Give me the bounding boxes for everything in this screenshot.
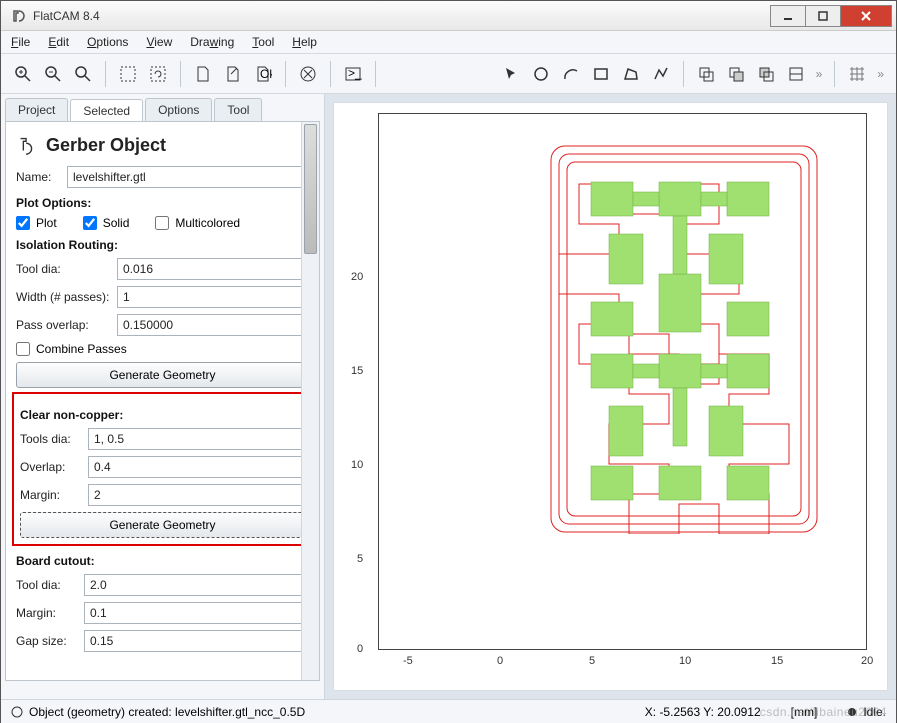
plot-canvas[interactable]: 0 5 10 15 20 -5 0 5 10 15 20 <box>333 102 888 691</box>
path-icon[interactable] <box>647 60 675 88</box>
circle-icon[interactable] <box>527 60 555 88</box>
bc-tool-dia-label: Tool dia: <box>16 578 78 592</box>
multicolored-checkbox[interactable] <box>155 216 169 230</box>
name-input[interactable] <box>67 166 309 188</box>
window-title: FlatCAM 8.4 <box>33 9 771 23</box>
overlap-input[interactable] <box>88 456 305 478</box>
bc-gap-input[interactable] <box>84 630 309 652</box>
left-panel: Project Selected Options Tool Gerber Obj… <box>1 94 325 699</box>
generate-geometry-button[interactable]: Generate Geometry <box>16 362 309 388</box>
titlebar: FlatCAM 8.4 <box>1 1 896 31</box>
tab-options[interactable]: Options <box>145 98 212 121</box>
menu-help[interactable]: Help <box>292 35 317 49</box>
pass-overlap-label: Pass overlap: <box>16 318 111 332</box>
menu-drawing[interactable]: Drawing <box>190 35 234 49</box>
minimize-button[interactable] <box>770 5 806 27</box>
combine-passes-checkbox[interactable] <box>16 342 30 356</box>
overlap-label: Overlap: <box>20 460 82 474</box>
edit-geometry-icon[interactable] <box>219 60 247 88</box>
tools-dia-input[interactable] <box>88 428 305 450</box>
svg-text:Ok: Ok <box>260 67 272 81</box>
save-geometry-icon[interactable]: Ok <box>249 60 277 88</box>
menu-tool[interactable]: Tool <box>252 35 274 49</box>
polygon-icon[interactable] <box>617 60 645 88</box>
tab-project[interactable]: Project <box>5 98 68 121</box>
union-icon[interactable] <box>692 60 720 88</box>
plot-options-header: Plot Options: <box>16 196 309 210</box>
watermark: csdn.net/libaineu2004 <box>760 705 887 719</box>
status-coords: X: -5.2563 Y: 20.0912 <box>645 705 761 719</box>
menu-options[interactable]: Options <box>87 35 128 49</box>
panel-heading: Gerber Object <box>46 135 166 156</box>
margin-input[interactable] <box>88 484 305 506</box>
zoom-in-icon[interactable] <box>9 60 37 88</box>
zoom-fit-icon[interactable] <box>69 60 97 88</box>
svg-text:>_: >_ <box>348 66 362 80</box>
new-geometry-icon[interactable] <box>189 60 217 88</box>
status-message: Object (geometry) created: levelshifter.… <box>29 705 305 719</box>
menu-file[interactable]: File <box>11 35 30 49</box>
generate-geometry-ncc-button[interactable]: Generate Geometry <box>20 512 305 538</box>
menu-edit[interactable]: Edit <box>48 35 69 49</box>
width-input[interactable] <box>117 286 309 308</box>
solid-checkbox[interactable] <box>83 216 97 230</box>
bc-margin-input[interactable] <box>84 602 309 624</box>
clear-plot-icon[interactable] <box>114 60 142 88</box>
cut-path-icon[interactable] <box>782 60 810 88</box>
panel-scrollbar[interactable] <box>301 122 319 680</box>
tools-dia-label: Tools dia: <box>20 432 82 446</box>
bc-gap-label: Gap size: <box>16 634 78 648</box>
pass-overlap-input[interactable] <box>117 314 309 336</box>
clear-non-copper-section: Clear non-copper: Tools dia: Overlap: Ma… <box>12 392 313 546</box>
select-icon[interactable] <box>497 60 525 88</box>
app-icon <box>11 8 27 24</box>
replot-icon[interactable] <box>144 60 172 88</box>
maximize-button[interactable] <box>805 5 841 27</box>
toolbar-more-icon[interactable]: » <box>816 67 823 81</box>
tab-tool[interactable]: Tool <box>214 98 262 121</box>
pcb-plot <box>549 144 819 534</box>
name-label: Name: <box>16 170 61 184</box>
toolbar-more2-icon[interactable]: » <box>877 67 884 81</box>
bc-margin-label: Margin: <box>16 606 78 620</box>
toolbar: Ok >_ » » <box>1 54 896 94</box>
gerber-icon <box>16 134 38 156</box>
menubar: File Edit Options View Drawing Tool Help <box>1 31 896 54</box>
tool-dia-label: Tool dia: <box>16 262 111 276</box>
plot-checkbox[interactable] <box>16 216 30 230</box>
isolation-header: Isolation Routing: <box>16 238 309 252</box>
shell-icon[interactable]: >_ <box>339 60 367 88</box>
clear-header: Clear non-copper: <box>20 408 305 422</box>
margin-label: Margin: <box>20 488 82 502</box>
bc-tool-dia-input[interactable] <box>84 574 309 596</box>
delete-icon[interactable] <box>294 60 322 88</box>
board-cutout-header: Board cutout: <box>16 554 309 568</box>
zoom-out-icon[interactable] <box>39 60 67 88</box>
menu-view[interactable]: View <box>146 35 172 49</box>
arc-icon[interactable] <box>557 60 585 88</box>
width-label: Width (# passes): <box>16 290 111 304</box>
tool-dia-input[interactable] <box>117 258 309 280</box>
grid-icon[interactable] <box>843 60 871 88</box>
tab-selected[interactable]: Selected <box>70 99 143 122</box>
intersection-icon[interactable] <box>722 60 750 88</box>
status-circle-icon <box>11 706 23 718</box>
rect-icon[interactable] <box>587 60 615 88</box>
close-button[interactable] <box>840 5 892 27</box>
subtract-icon[interactable] <box>752 60 780 88</box>
